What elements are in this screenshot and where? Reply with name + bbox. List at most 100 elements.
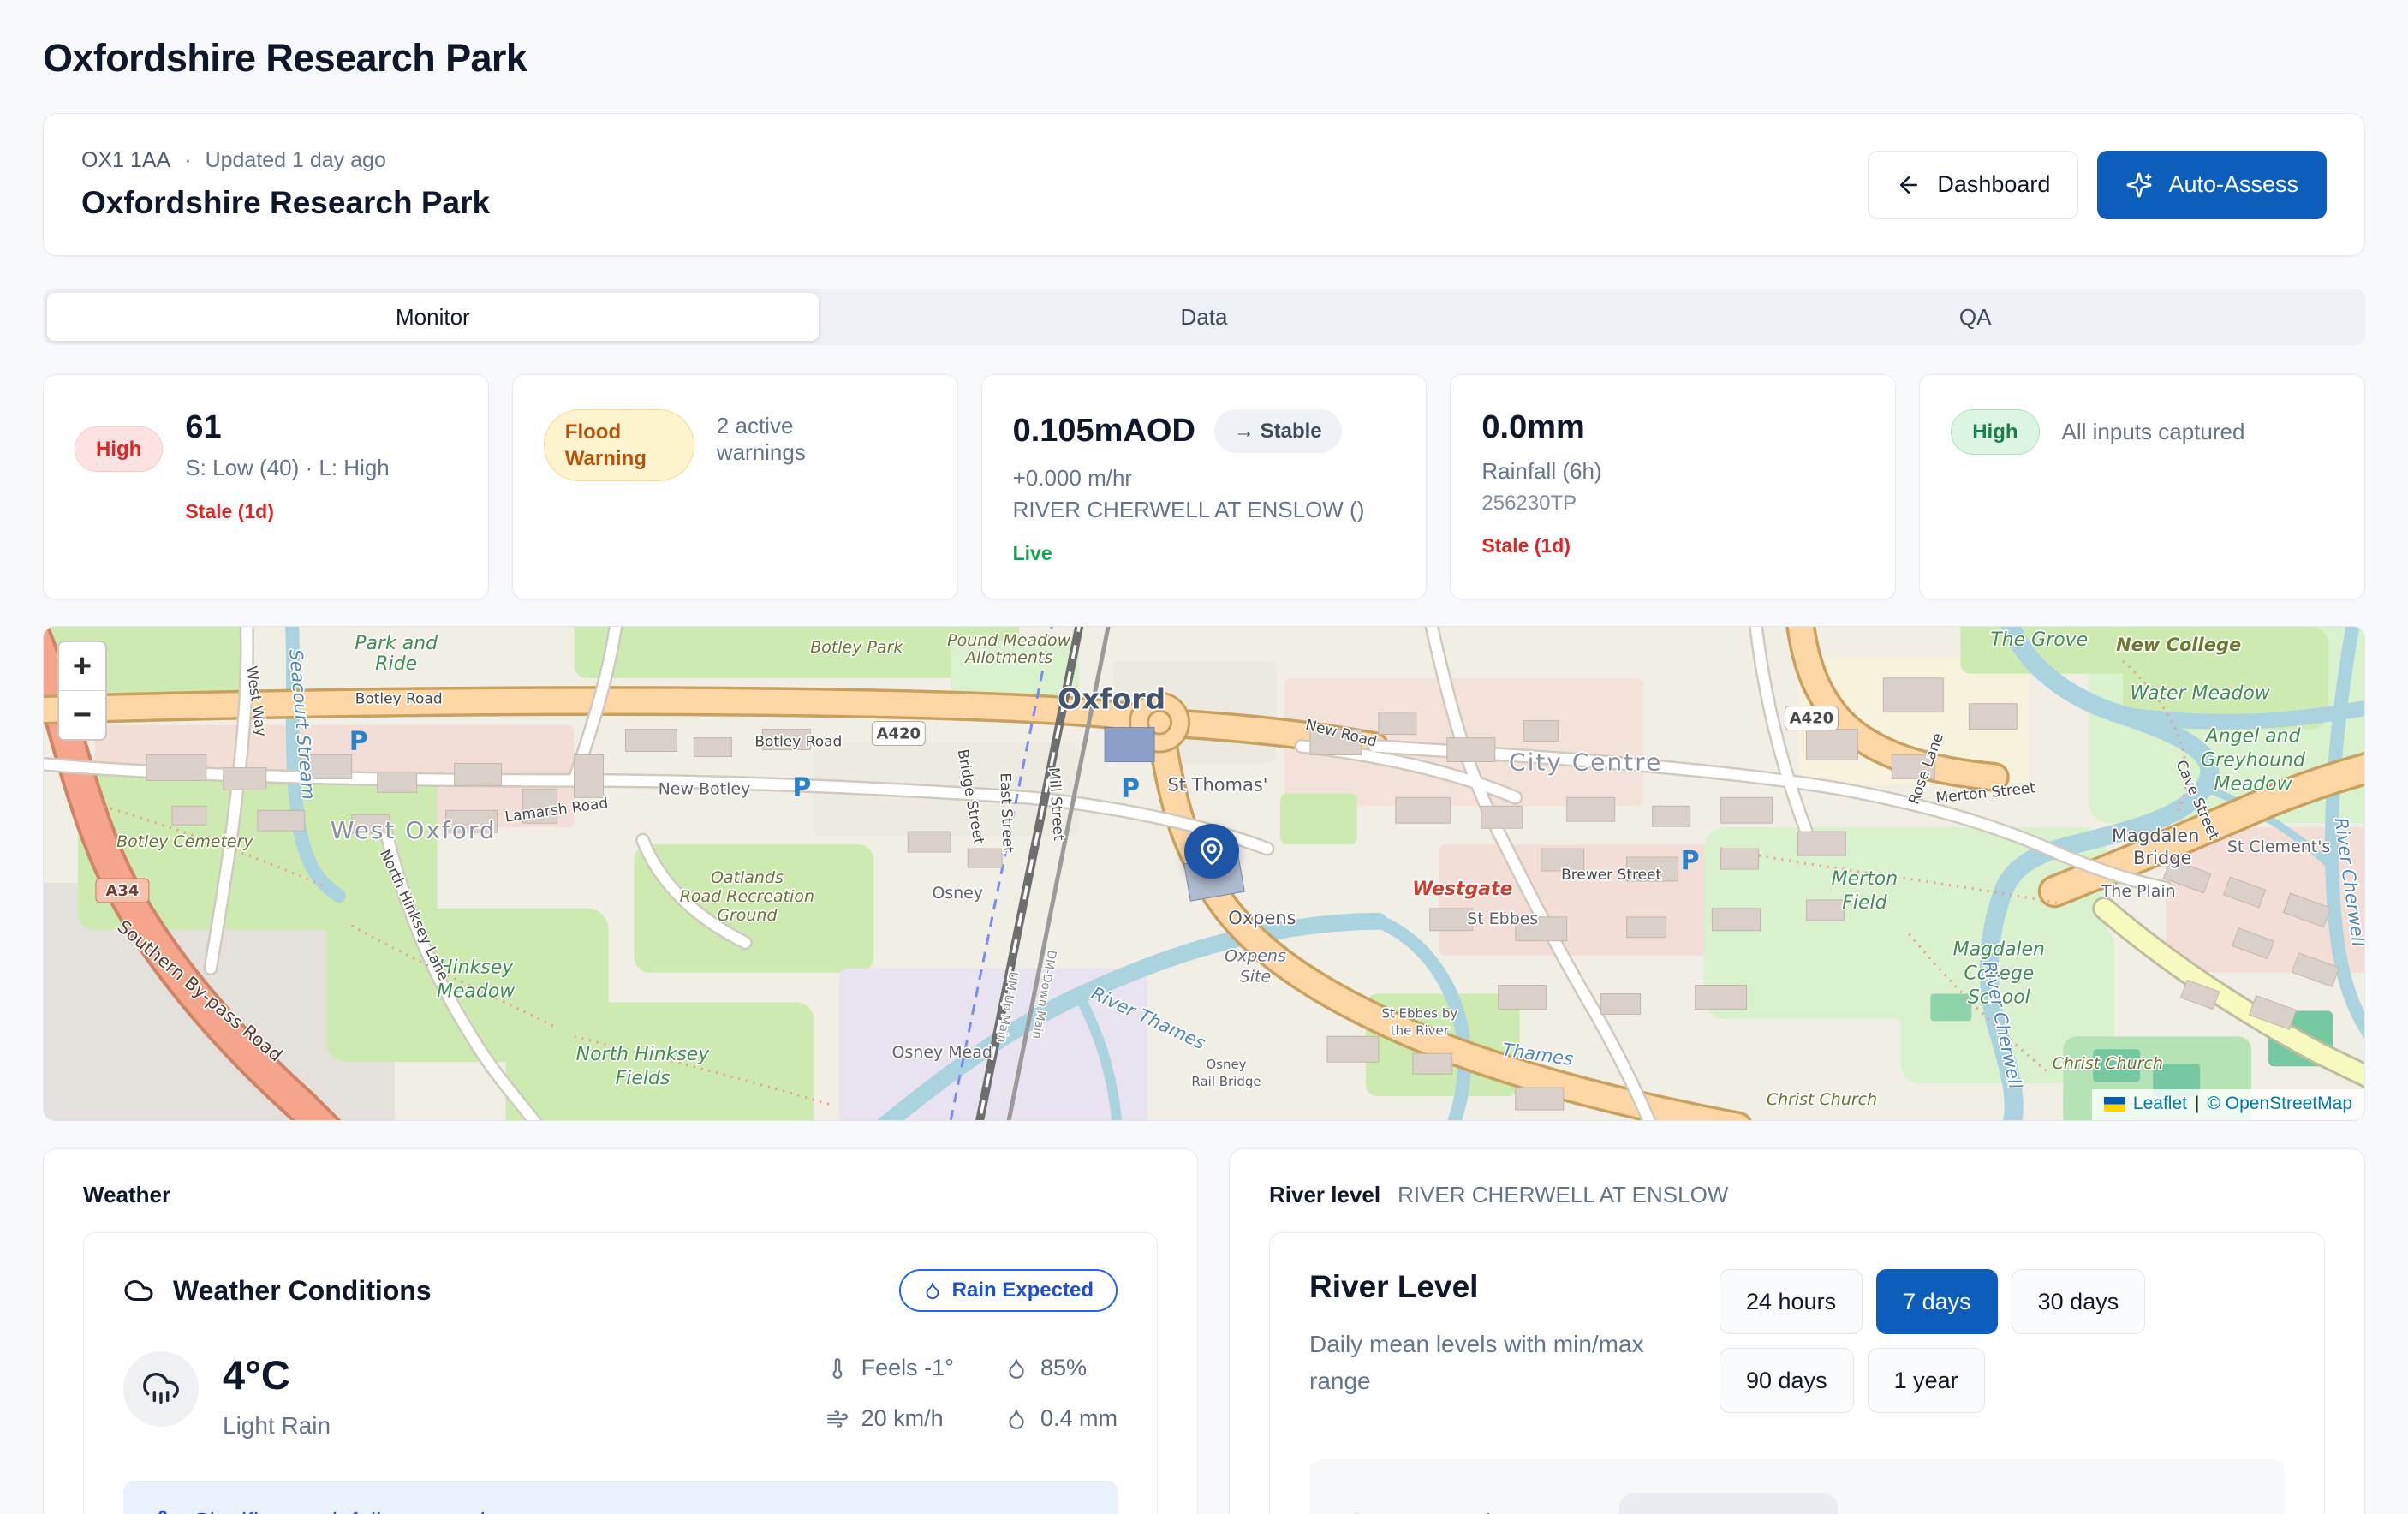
postcode: OX1 1AA — [81, 148, 170, 173]
map-label: Greyhound — [2201, 749, 2306, 771]
river-panel: River Level Daily mean levels with min/m… — [1269, 1232, 2325, 1514]
cloud-icon — [123, 1275, 154, 1306]
sparkles-icon — [2125, 171, 2153, 199]
range-30-days-button[interactable]: 30 days — [2012, 1269, 2146, 1334]
risk-score-detail: S: Low (40) · L: High — [185, 455, 389, 481]
cloud-rain-icon — [141, 1369, 181, 1409]
map-label: P — [1681, 846, 1700, 876]
bottom-row: Weather Weather Conditions Rain Expected — [43, 1148, 2365, 1514]
map-label: The Plain — [2101, 882, 2176, 901]
river-level-card: River level RIVER CHERWELL AT ENSLOW Riv… — [1229, 1148, 2365, 1514]
map-marker[interactable] — [1184, 824, 1239, 879]
site-title: Oxfordshire Research Park — [81, 185, 490, 221]
map-label: Allotments — [963, 648, 1052, 667]
map-attribution: Leaflet | © OpenStreetMap — [2092, 1089, 2364, 1120]
map-label: Meadow — [2214, 773, 2292, 795]
map-label: Christ Church — [1767, 1090, 1877, 1109]
humidity-value: 85% — [1040, 1355, 1087, 1381]
map-label: Oxpens — [1228, 908, 1296, 928]
range-90-days-button[interactable]: 90 days — [1720, 1348, 1854, 1413]
weather-section-title: Weather — [83, 1182, 1158, 1208]
map-label: Field — [1842, 892, 1887, 914]
current-level-label: Current Level — [1347, 1509, 1491, 1514]
humidity-metric: 85% — [1005, 1355, 1118, 1381]
map-label: Site — [1240, 968, 1271, 986]
quality-detail: All inputs captured — [2062, 419, 2245, 445]
condition-label: Light Rain — [223, 1412, 331, 1439]
attribution-separator: | — [2195, 1094, 2199, 1114]
map-label: Botley Cemetery — [116, 832, 253, 851]
map-label: P — [792, 772, 811, 802]
map-label: Ground — [717, 906, 778, 925]
map-label: Park and — [355, 633, 438, 654]
trend-label: Stable — [1261, 420, 1322, 443]
river-level-stat-card: 0.105mAOD → Stable +0.000 m/hr RIVER CHE… — [981, 374, 1428, 599]
map-label: Merton — [1832, 868, 1898, 890]
wind-metric: 20 km/h — [826, 1405, 954, 1432]
map-pin-icon — [1197, 837, 1226, 866]
map-label: Magdalen — [1953, 939, 2045, 961]
droplet-icon — [1005, 1357, 1028, 1380]
leaflet-link[interactable]: Leaflet — [2133, 1094, 2187, 1114]
map-zoom-control: + − — [57, 641, 107, 741]
range-1-year-button[interactable]: 1 year — [1868, 1348, 1985, 1413]
flood-warning-card: Flood Warning 2 active warnings — [512, 374, 958, 599]
map-label: Botley Park — [810, 638, 903, 657]
osm-link[interactable]: © OpenStreetMap — [2207, 1094, 2352, 1114]
map[interactable]: Park andRide Botley Park Pound MeadowAllot… — [43, 626, 2365, 1121]
feels-like-metric: Feels -1° — [826, 1355, 954, 1381]
map-label: Oxford — [1058, 682, 1165, 716]
weather-panel-title-text: Weather Conditions — [173, 1275, 432, 1307]
weather-card: Weather Weather Conditions Rain Expected — [43, 1148, 1198, 1514]
river-live-status: Live — [1013, 542, 1396, 565]
risk-score-value: 61 — [185, 409, 389, 446]
map-label: West Oxford — [331, 816, 497, 844]
site-meta: OX1 1AA · Updated 1 day ago — [81, 148, 490, 173]
page: Oxfordshire Research Park OX1 1AA · Upda… — [0, 0, 2408, 1514]
map-label: Oatlands — [711, 868, 784, 887]
map-label: Westgate — [1412, 879, 1512, 900]
auto-assess-button-label: Auto-Assess — [2168, 171, 2298, 198]
map-label: Botley Road — [754, 733, 842, 750]
risk-status: Stale (1d) — [185, 500, 389, 523]
weather-condition-circle — [123, 1351, 199, 1427]
river-panel-subtitle: Daily mean levels with min/max range — [1309, 1326, 1678, 1400]
map-label: Pound Meadow — [947, 631, 1071, 650]
tab-bar: Monitor Data QA — [43, 289, 2365, 345]
range-24-hours-button[interactable]: 24 hours — [1720, 1269, 1863, 1334]
map-label: Magdalen — [2112, 826, 2199, 846]
rainfall-status: Stale (1d) — [1481, 534, 1864, 557]
precip-metric: 0.4 mm — [1005, 1405, 1118, 1432]
map-label: City Centre — [1509, 748, 1662, 776]
quality-badge: High — [1951, 409, 2039, 455]
dashboard-button-label: Dashboard — [1937, 171, 2050, 198]
range-selector: 24 hours 7 days 30 days 90 days 1 year — [1720, 1269, 2285, 1413]
map-label: East Street — [998, 772, 1017, 853]
rainfall-label: Rainfall (6h) — [1481, 458, 1864, 485]
river-panel-title: River Level — [1309, 1269, 1678, 1305]
auto-assess-button[interactable]: Auto-Assess — [2097, 151, 2327, 219]
map-label: Fields — [616, 1068, 671, 1089]
map-label: Botley Road — [355, 690, 443, 707]
tab-monitor[interactable]: Monitor — [47, 293, 819, 341]
range-7-days-button[interactable]: 7 days — [1876, 1269, 1998, 1334]
feels-like-value: Feels -1° — [861, 1355, 954, 1381]
wind-icon — [826, 1408, 849, 1430]
updated-text: Updated 1 day ago — [206, 148, 386, 173]
rainfall-station: 256230TP — [1481, 492, 1864, 516]
trend-arrow-icon: → — [1234, 420, 1255, 443]
map-label: Ride — [375, 653, 417, 675]
river-section-title: River level — [1269, 1182, 1380, 1208]
map-zoom-out-button[interactable]: − — [59, 691, 105, 739]
map-label: Water Meadow — [2130, 683, 2269, 705]
current-level-skeleton — [1619, 1493, 1838, 1514]
trend-badge: → Stable — [1214, 409, 1342, 453]
river-level-value: 0.105mAOD — [1013, 413, 1195, 450]
map-label: St Ebbes — [1467, 909, 1538, 928]
map-zoom-in-button[interactable]: + — [59, 642, 105, 690]
rain-expected-badge: Rain Expected — [899, 1269, 1118, 1312]
tab-qa[interactable]: QA — [1589, 293, 2361, 341]
weather-panel-title: Weather Conditions — [123, 1275, 432, 1307]
dashboard-button[interactable]: Dashboard — [1868, 151, 2078, 219]
tab-data[interactable]: Data — [819, 293, 1590, 341]
